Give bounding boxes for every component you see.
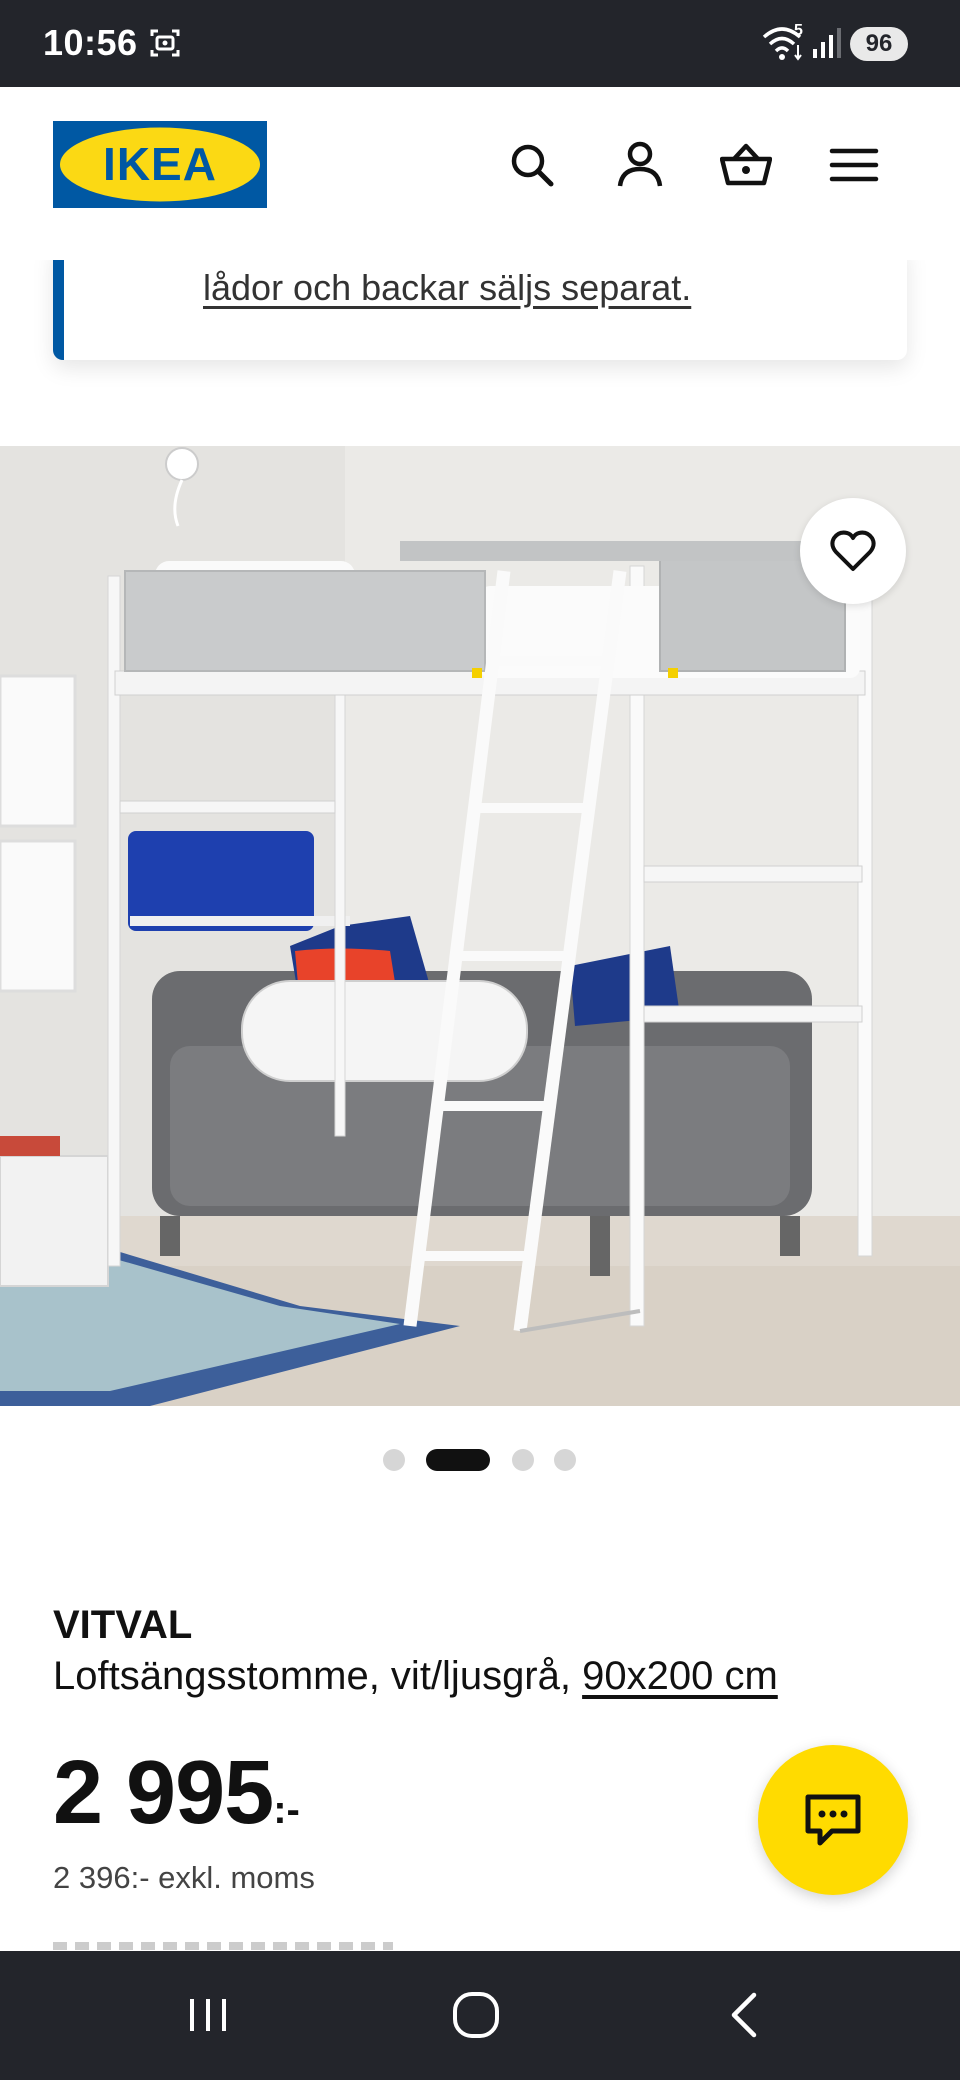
image-carousel-dots bbox=[0, 1448, 960, 1472]
price-value: 2 995 bbox=[53, 1743, 274, 1843]
cutoff-rating-row bbox=[53, 1942, 393, 1950]
carousel-dot[interactable] bbox=[554, 1449, 576, 1471]
app-header: IKEA bbox=[0, 87, 960, 260]
status-bar: 10:56 5 96 bbox=[0, 0, 960, 87]
product-type: Loftsängsstomme, vit/ljusgrå, bbox=[53, 1654, 583, 1698]
battery-indicator: 96 bbox=[850, 27, 908, 61]
carousel-dot[interactable] bbox=[512, 1449, 534, 1471]
search-icon[interactable] bbox=[506, 139, 558, 191]
notice-card: lådor och backar säljs separat. bbox=[53, 245, 907, 360]
carousel-dot-active[interactable] bbox=[426, 1449, 490, 1471]
screen-recorder-icon bbox=[148, 26, 182, 60]
back-icon[interactable] bbox=[716, 1985, 776, 2045]
product-brand: VITVAL bbox=[53, 1603, 193, 1647]
wifi-badge: 5 bbox=[794, 22, 803, 39]
logo-text: IKEA bbox=[103, 138, 217, 190]
product-description: Loftsängsstomme, vit/ljusgrå, 90x200 cm bbox=[53, 1654, 778, 1699]
product-size-link[interactable]: 90x200 cm bbox=[582, 1654, 778, 1698]
chat-button[interactable] bbox=[758, 1745, 908, 1895]
signal-icon bbox=[812, 27, 842, 59]
price-excl-vat: 2 396:- exkl. moms bbox=[53, 1860, 315, 1895]
ikea-logo[interactable]: IKEA bbox=[53, 121, 267, 208]
home-icon[interactable] bbox=[446, 1985, 506, 2045]
account-icon[interactable] bbox=[614, 139, 666, 191]
system-nav-bar bbox=[0, 1951, 960, 2080]
recents-icon[interactable] bbox=[178, 1985, 238, 2045]
notice-link[interactable]: lådor och backar säljs separat. bbox=[203, 267, 691, 309]
cart-icon[interactable] bbox=[720, 139, 772, 191]
price-suffix: :- bbox=[273, 1788, 300, 1832]
status-time: 10:56 bbox=[43, 22, 138, 63]
menu-icon[interactable] bbox=[828, 139, 880, 191]
product-image[interactable] bbox=[0, 446, 960, 1406]
product-price: 2 995:- bbox=[53, 1742, 300, 1845]
chat-bubble-icon bbox=[805, 1794, 861, 1846]
heart-outline-icon bbox=[830, 530, 876, 571]
carousel-dot[interactable] bbox=[383, 1449, 405, 1471]
favorite-button[interactable] bbox=[800, 498, 906, 604]
